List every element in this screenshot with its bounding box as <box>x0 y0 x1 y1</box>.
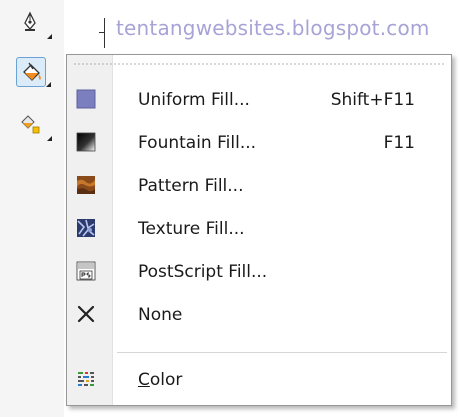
flyout-arrow-icon <box>47 136 52 141</box>
pen-nib-icon <box>24 11 36 31</box>
color-palette-icon <box>78 372 94 386</box>
close-icon <box>77 305 95 323</box>
ruler-tick <box>99 18 105 48</box>
outline-tool-button[interactable] <box>16 8 52 39</box>
menu-item-uniform-fill[interactable]: Uniform Fill... Shift+F11 <box>67 79 451 121</box>
flyout-arrow-icon <box>47 34 52 39</box>
fill-flyout-menu: Uniform Fill... Shift+F11 Fountain Fill.… <box>66 54 452 406</box>
menu-item-label: None <box>138 305 183 325</box>
menu-item-label: Texture Fill... <box>138 219 245 239</box>
fountain-fill-icon <box>76 132 96 152</box>
menu-item-fountain-fill[interactable]: Fountain Fill... F11 <box>67 122 451 164</box>
menu-item-label: Color <box>138 370 182 390</box>
paint-bucket-icon <box>23 62 41 81</box>
interactive-fill-icon <box>21 115 40 134</box>
menu-item-postscript-fill[interactable]: PostScript Fill... <box>67 251 451 293</box>
menu-item-texture-fill[interactable]: Texture Fill... <box>67 208 451 250</box>
app-stage: tentangwebsites.blogspot.com Uniform Fil… <box>0 0 460 417</box>
menu-item-label: Pattern Fill... <box>138 176 244 196</box>
menu-item-pattern-fill[interactable]: Pattern Fill... <box>67 165 451 207</box>
menu-item-label: PostScript Fill... <box>138 262 268 282</box>
toolbox <box>0 0 64 417</box>
menu-item-label: Fountain Fill... <box>138 133 257 153</box>
menu-tearoff-grip[interactable] <box>73 63 445 65</box>
pattern-fill-icon <box>77 176 95 194</box>
fill-tool-button[interactable] <box>16 57 51 87</box>
menu-item-label: Uniform Fill... <box>138 90 250 110</box>
postscript-fill-icon <box>76 261 96 281</box>
menu-item-shortcut: F11 <box>383 133 415 153</box>
menu-separator <box>117 352 447 353</box>
mnemonic-letter: C <box>138 370 150 390</box>
flyout-arrow-icon <box>46 82 51 87</box>
interactive-fill-tool-button[interactable] <box>16 110 52 141</box>
texture-fill-icon <box>77 219 95 237</box>
uniform-fill-icon <box>76 89 96 109</box>
menu-item-label-rest: olor <box>149 370 183 390</box>
watermark-text: tentangwebsites.blogspot.com <box>116 16 430 40</box>
menu-item-color[interactable]: Color <box>67 359 451 401</box>
menu-item-none[interactable]: None <box>67 294 451 336</box>
menu-item-shortcut: Shift+F11 <box>330 90 415 110</box>
